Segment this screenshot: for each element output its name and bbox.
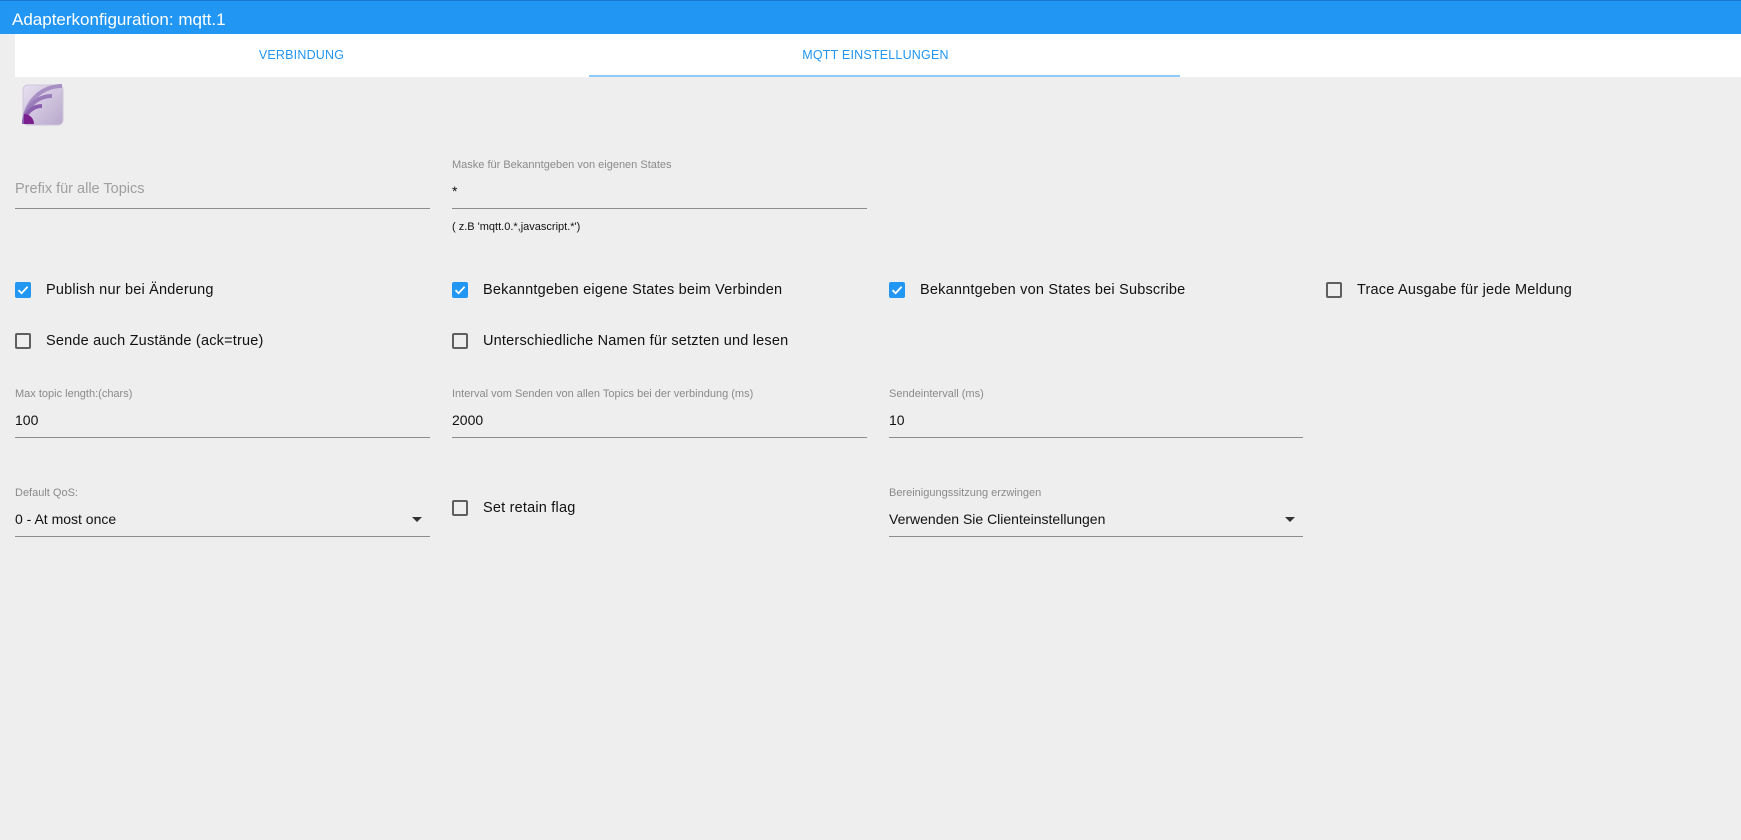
send-interval-underline bbox=[889, 437, 1303, 438]
tab-mqtt-einstellungen[interactable]: MQTT EINSTELLUNGEN bbox=[589, 34, 1162, 77]
prefix-field[interactable]: Prefix für alle Topics bbox=[15, 159, 430, 219]
checkbox-unchecked-icon bbox=[15, 333, 31, 349]
retain-flag-label: Set retain flag bbox=[483, 500, 576, 516]
checkbox-checked-icon bbox=[15, 282, 31, 298]
default-qos-value: 0 - At most once bbox=[15, 511, 117, 527]
clean-session-underline bbox=[889, 536, 1303, 537]
checkbox-unchecked-icon bbox=[452, 500, 468, 516]
default-qos-select[interactable]: Default QoS: 0 - At most once bbox=[15, 487, 430, 547]
publish-on-change-label: Publish nur bei Änderung bbox=[46, 282, 214, 298]
interval-send-all-value: 2000 bbox=[452, 412, 484, 428]
interval-send-all-label: Interval vom Senden von allen Topics bei… bbox=[452, 388, 754, 400]
publish-own-states-label: Bekanntgeben eigene States beim Verbinde… bbox=[483, 282, 783, 298]
clean-session-value: Verwenden Sie Clienteinstellungen bbox=[889, 511, 1106, 527]
checkbox-checked-icon bbox=[889, 282, 905, 298]
clean-session-select[interactable]: Bereinigungssitzung erzwingen Verwenden … bbox=[889, 487, 1303, 547]
checkbox-unchecked-icon bbox=[1326, 282, 1342, 298]
window-title: Adapterkonfiguration: mqtt.1 bbox=[12, 10, 226, 29]
send-ack-true-label: Sende auch Zustände (ack=true) bbox=[46, 333, 264, 349]
default-qos-underline bbox=[15, 536, 430, 537]
tab-bar: VERBINDUNG MQTT EINSTELLUNGEN bbox=[15, 34, 1741, 77]
publish-on-subscribe-label: Bekanntgeben von States bei Subscribe bbox=[920, 282, 1186, 298]
tab-verbindung[interactable]: VERBINDUNG bbox=[15, 34, 588, 77]
max-topic-length-label: Max topic length:(chars) bbox=[15, 388, 133, 400]
checkbox-unchecked-icon bbox=[452, 333, 468, 349]
clean-session-label: Bereinigungssitzung erzwingen bbox=[889, 487, 1042, 499]
mask-underline bbox=[452, 208, 867, 209]
mask-field[interactable]: Maske für Bekanntgeben von eigenen State… bbox=[452, 159, 867, 219]
send-interval-value: 10 bbox=[889, 412, 905, 428]
checkbox-checked-icon bbox=[452, 282, 468, 298]
max-topic-length-value: 100 bbox=[15, 412, 39, 428]
dropdown-arrow-icon bbox=[1285, 517, 1295, 522]
mask-helper-text: ( z.B 'mqtt.0.*,javascript.*') bbox=[452, 221, 581, 233]
send-interval-field[interactable]: Sendeintervall (ms) 10 bbox=[889, 388, 1303, 448]
active-tab-indicator bbox=[589, 75, 1180, 77]
window-title-bar: Adapterkonfiguration: mqtt.1 bbox=[0, 0, 1741, 34]
mask-value: * bbox=[452, 183, 458, 199]
prefix-underline bbox=[15, 208, 430, 209]
default-qos-label: Default QoS: bbox=[15, 487, 78, 499]
interval-send-all-field[interactable]: Interval vom Senden von allen Topics bei… bbox=[452, 388, 867, 448]
dropdown-arrow-icon bbox=[412, 517, 422, 522]
max-topic-length-underline bbox=[15, 437, 430, 438]
max-topic-length-field[interactable]: Max topic length:(chars) 100 bbox=[15, 388, 430, 448]
interval-send-all-underline bbox=[452, 437, 867, 438]
mqtt-adapter-logo-icon bbox=[22, 84, 64, 126]
trace-output-label: Trace Ausgabe für jede Meldung bbox=[1357, 282, 1573, 298]
different-names-label: Unterschiedliche Namen für setzten und l… bbox=[483, 333, 789, 349]
mask-label: Maske für Bekanntgeben von eigenen State… bbox=[452, 159, 672, 171]
send-interval-label: Sendeintervall (ms) bbox=[889, 388, 984, 400]
prefix-placeholder: Prefix für alle Topics bbox=[15, 181, 145, 197]
